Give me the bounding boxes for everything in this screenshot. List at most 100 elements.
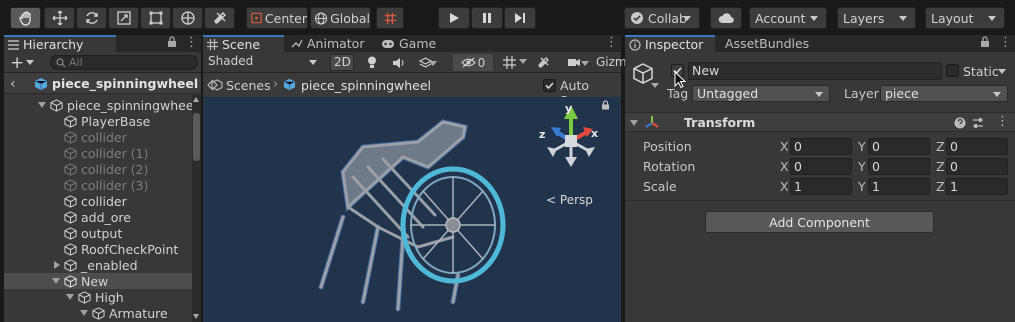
grid-snap-button[interactable]	[376, 7, 404, 29]
projection-toggle[interactable]: < Persp	[546, 193, 593, 207]
layers-dropdown[interactable]: Layers	[837, 7, 916, 29]
rotation-z-field[interactable]: 0	[946, 158, 1008, 175]
hierarchy-item[interactable]: PlayerBase	[4, 113, 192, 129]
hierarchy-item[interactable]: RoofCheckPoint	[4, 241, 192, 257]
scene-viewport[interactable]: y x z < Persp	[203, 97, 621, 322]
layer-dropdown[interactable]: piece	[880, 85, 1008, 102]
more-vertical-icon[interactable]: ⋮	[999, 35, 1012, 50]
transform-component-header[interactable]: Transform ⋮	[625, 112, 1015, 132]
fold-open-icon[interactable]	[630, 120, 638, 126]
rect-tool-button[interactable]	[140, 7, 171, 29]
hierarchy-item-selected[interactable]: New	[4, 273, 192, 289]
lighting-toggle-button[interactable]	[363, 54, 381, 71]
layer-label: Layer	[844, 86, 879, 101]
effects-dropdown[interactable]	[413, 54, 437, 71]
more-vertical-icon[interactable]: ⋮	[605, 35, 618, 50]
lock-icon[interactable]	[601, 100, 610, 110]
breadcrumb-scenes[interactable]: Scenes	[226, 78, 271, 93]
hierarchy-scrollbar[interactable]	[192, 95, 201, 322]
fold-open-icon[interactable]	[52, 278, 60, 284]
pivot-mode-button[interactable]: Center	[246, 7, 308, 29]
tab-game[interactable]: Game	[377, 35, 447, 52]
tab-assetbundles[interactable]: AssetBundles	[721, 35, 821, 52]
step-button[interactable]	[504, 7, 536, 29]
play-button[interactable]	[438, 7, 470, 29]
hierarchy-item[interactable]: _enabled	[4, 257, 192, 273]
position-y-field[interactable]: 0	[868, 138, 930, 155]
transform-tool-button[interactable]	[172, 7, 203, 29]
rotation-y-field[interactable]: 0	[868, 158, 930, 175]
hierarchy-item[interactable]: output	[4, 225, 192, 241]
auto-save-checkbox[interactable]	[543, 79, 556, 92]
more-vertical-icon[interactable]: ⋮	[996, 114, 1009, 129]
tab-hierarchy[interactable]: Hierarchy	[4, 35, 116, 52]
hierarchy-item[interactable]: collider (1)	[4, 145, 192, 161]
static-checkbox[interactable]	[946, 64, 959, 77]
hierarchy-item[interactable]: High	[4, 289, 192, 305]
lock-icon[interactable]	[980, 36, 990, 50]
scale-z-field[interactable]: 1	[946, 178, 1008, 195]
fold-open-icon[interactable]	[66, 294, 74, 300]
rotation-x-field[interactable]: 0	[790, 158, 852, 175]
account-dropdown[interactable]: Account	[749, 7, 827, 29]
hierarchy-item[interactable]: add_ore	[4, 209, 192, 225]
hierarchy-search-input[interactable]: All	[50, 55, 198, 70]
custom-tool-button[interactable]	[204, 7, 235, 29]
tools-settings-button[interactable]	[534, 54, 552, 71]
scale-tool-button[interactable]	[108, 7, 139, 29]
hand-tool-button[interactable]	[10, 7, 41, 29]
preset-sliders-icon[interactable]	[972, 117, 984, 129]
tab-scene[interactable]: Scene	[203, 35, 284, 52]
layout-dropdown[interactable]: Layout	[925, 7, 1005, 29]
fold-closed-icon[interactable]	[54, 261, 60, 269]
help-icon[interactable]	[954, 117, 966, 129]
prefab-cube-icon	[283, 78, 296, 91]
gameobject-cube-icon	[64, 178, 77, 192]
scale-y-field[interactable]: 1	[868, 178, 930, 195]
hierarchy-item[interactable]: collider	[4, 193, 192, 209]
hierarchy-item[interactable]: collider (3)	[4, 177, 192, 193]
pause-button[interactable]	[471, 7, 503, 29]
audio-toggle-button[interactable]	[389, 54, 407, 71]
scroll-down-icon[interactable]	[193, 314, 199, 319]
scale-label: Scale	[643, 179, 677, 194]
tab-inspector[interactable]: Inspector	[625, 35, 715, 52]
scrollbar-thumb[interactable]	[193, 113, 200, 161]
chevron-down-icon[interactable]	[26, 60, 34, 65]
breadcrumb-prefab[interactable]: piece_spinningwheel	[301, 78, 431, 93]
hierarchy-item[interactable]: collider	[4, 129, 192, 145]
scene-visibility-button[interactable]: 0	[453, 54, 493, 71]
shading-mode-dropdown[interactable]: Shaded	[204, 54, 322, 71]
move-tool-button[interactable]	[44, 7, 75, 29]
cloud-button[interactable]	[710, 7, 742, 29]
prefab-root-header[interactable]: ‹ piece_spinningwheel	[4, 73, 201, 94]
hierarchy-item-label: Armature	[109, 305, 168, 321]
hierarchy-item[interactable]: Armature	[4, 305, 192, 321]
rotate-tool-button[interactable]	[76, 7, 107, 29]
pivot-rotation-button[interactable]: Global	[310, 7, 371, 29]
scale-x-field[interactable]: 1	[790, 178, 852, 195]
toggle-2d-button[interactable]: 2D	[330, 54, 354, 71]
static-label[interactable]: Static	[963, 64, 999, 79]
more-vertical-icon[interactable]: ⋮	[185, 35, 198, 50]
hierarchy-item[interactable]: collider (2)	[4, 161, 192, 177]
tag-dropdown[interactable]: Untagged	[692, 85, 830, 102]
camera-dropdown[interactable]	[559, 54, 589, 71]
gizmos-label[interactable]: Gizm	[596, 55, 627, 69]
scroll-up-icon[interactable]	[193, 97, 199, 102]
chevron-down-icon[interactable]	[998, 69, 1006, 74]
lock-icon[interactable]	[167, 36, 177, 50]
tab-animator[interactable]: Animator	[287, 35, 373, 52]
chevron-down-icon[interactable]	[651, 83, 659, 88]
fold-open-icon[interactable]	[38, 102, 46, 108]
collab-dropdown[interactable]: Collab	[624, 7, 700, 29]
fold-open-icon[interactable]	[80, 310, 88, 316]
add-icon[interactable]: +	[10, 53, 24, 73]
hierarchy-item[interactable]: piece_spinningwheel	[4, 97, 192, 113]
add-component-button[interactable]: Add Component	[705, 211, 934, 233]
position-z-field[interactable]: 0	[946, 138, 1008, 155]
back-chevron-icon[interactable]: ‹	[10, 76, 16, 92]
chevron-down-icon[interactable]	[519, 59, 527, 64]
object-name-field[interactable]: New	[688, 62, 942, 80]
position-x-field[interactable]: 0	[790, 138, 852, 155]
